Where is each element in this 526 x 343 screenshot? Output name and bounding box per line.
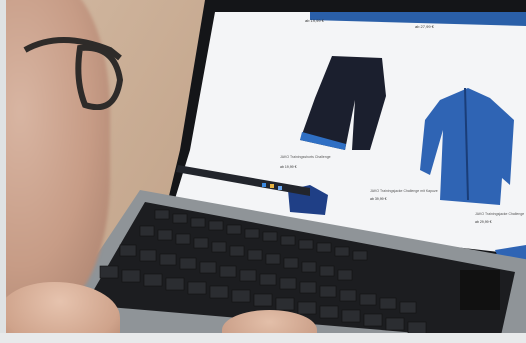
product-1-price: ab 19,99 €: [280, 165, 297, 169]
camera-shutter: [460, 270, 500, 310]
bottom-border: [0, 333, 526, 343]
glasses: [23, 37, 124, 110]
product-1-label[interactable]: JAKO Trainingsshorts Challenge: [280, 155, 331, 159]
frame-edge: [0, 0, 6, 343]
price-top-left: ab 19,99 €: [305, 18, 325, 23]
taskbar-folder-icon: [270, 184, 274, 188]
taskbar-edge-icon: [262, 183, 266, 187]
price-top-right: ab 27,99 €: [415, 24, 435, 29]
photo-scene: ab 19,99 € ab 27,99 € JAKO Trainingsshor…: [0, 0, 526, 343]
